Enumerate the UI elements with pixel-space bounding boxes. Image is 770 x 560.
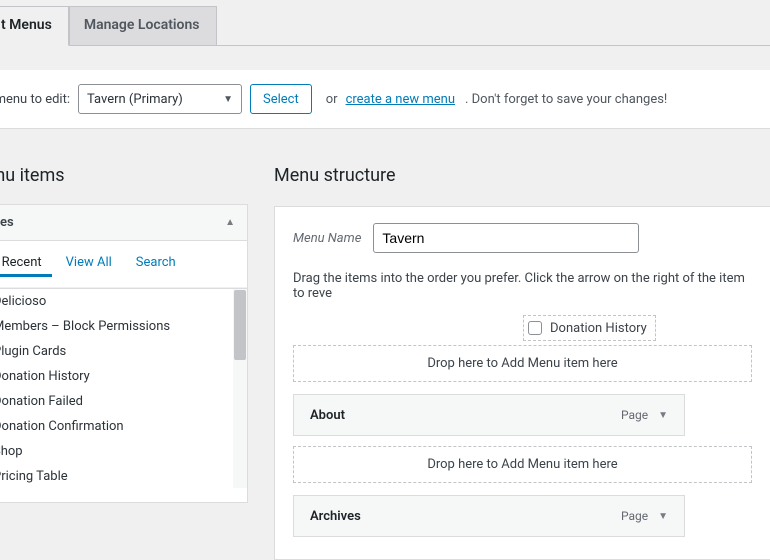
subtab-view-all[interactable]: View All bbox=[56, 251, 122, 277]
subtab-most-recent[interactable]: ost Recent bbox=[0, 251, 52, 277]
subtab-search[interactable]: Search bbox=[126, 251, 186, 277]
create-menu-link[interactable]: create a new menu bbox=[346, 92, 455, 107]
menu-item-about[interactable]: About Page ▼ bbox=[293, 394, 685, 436]
select-menu-label: ct a menu to edit: bbox=[0, 92, 70, 107]
list-item[interactable]: Donation History bbox=[0, 364, 247, 389]
triangle-down-icon[interactable]: ▼ bbox=[658, 410, 668, 421]
add-items-heading: menu items bbox=[0, 165, 248, 186]
pages-accordion-body: ost Recent View All Search Delicioso Mem… bbox=[0, 241, 248, 503]
list-item[interactable]: Donation Failed bbox=[0, 389, 247, 414]
list-item[interactable]: Shop bbox=[0, 439, 247, 464]
drag-instructions: Drag the items into the order you prefer… bbox=[293, 271, 752, 301]
menu-item-type: Page bbox=[621, 509, 648, 523]
tab-edit-menus[interactable]: t Menus bbox=[0, 6, 69, 46]
scrollbar[interactable] bbox=[233, 289, 247, 488]
menu-item-title: Archives bbox=[310, 509, 361, 524]
pages-accordion-header[interactable]: es ▲ bbox=[0, 204, 248, 241]
list-item[interactable]: Pricing Table bbox=[0, 464, 247, 488]
chevron-down-icon: ▼ bbox=[223, 94, 233, 105]
menu-item-title: About bbox=[310, 408, 345, 423]
save-hint: . Don't forget to save your changes! bbox=[465, 92, 667, 107]
accordion-title: es bbox=[0, 215, 14, 230]
drop-zone[interactable]: Drop here to Add Menu item here bbox=[293, 446, 752, 483]
menu-structure-heading: Menu structure bbox=[274, 165, 770, 186]
or-text: or bbox=[326, 92, 338, 107]
menu-item-archives[interactable]: Archives Page ▼ bbox=[293, 495, 685, 537]
triangle-up-icon: ▲ bbox=[225, 217, 235, 228]
menu-name-label: Menu Name bbox=[293, 231, 361, 246]
tab-manage-locations[interactable]: Manage Locations bbox=[69, 6, 217, 45]
list-item[interactable]: Delicioso bbox=[0, 289, 247, 314]
dragging-item-label: Donation History bbox=[550, 321, 647, 336]
menu-dropdown-value: Tavern (Primary) bbox=[87, 92, 183, 107]
scrollbar-thumb[interactable] bbox=[234, 290, 246, 360]
menu-item-type: Page bbox=[621, 408, 648, 422]
menu-dropdown[interactable]: Tavern (Primary) ▼ bbox=[78, 84, 242, 114]
triangle-down-icon[interactable]: ▼ bbox=[658, 511, 668, 522]
list-item[interactable]: Plugin Cards bbox=[0, 339, 247, 364]
list-item[interactable]: Members – Block Permissions bbox=[0, 314, 247, 339]
menu-name-input[interactable] bbox=[373, 223, 639, 253]
drop-zone[interactable]: Drop here to Add Menu item here bbox=[293, 345, 752, 382]
dragging-ghost-item[interactable]: Donation History bbox=[293, 315, 752, 341]
checkbox-icon bbox=[528, 321, 542, 335]
select-button[interactable]: Select bbox=[250, 84, 312, 114]
list-item[interactable]: Donation Confirmation bbox=[0, 414, 247, 439]
